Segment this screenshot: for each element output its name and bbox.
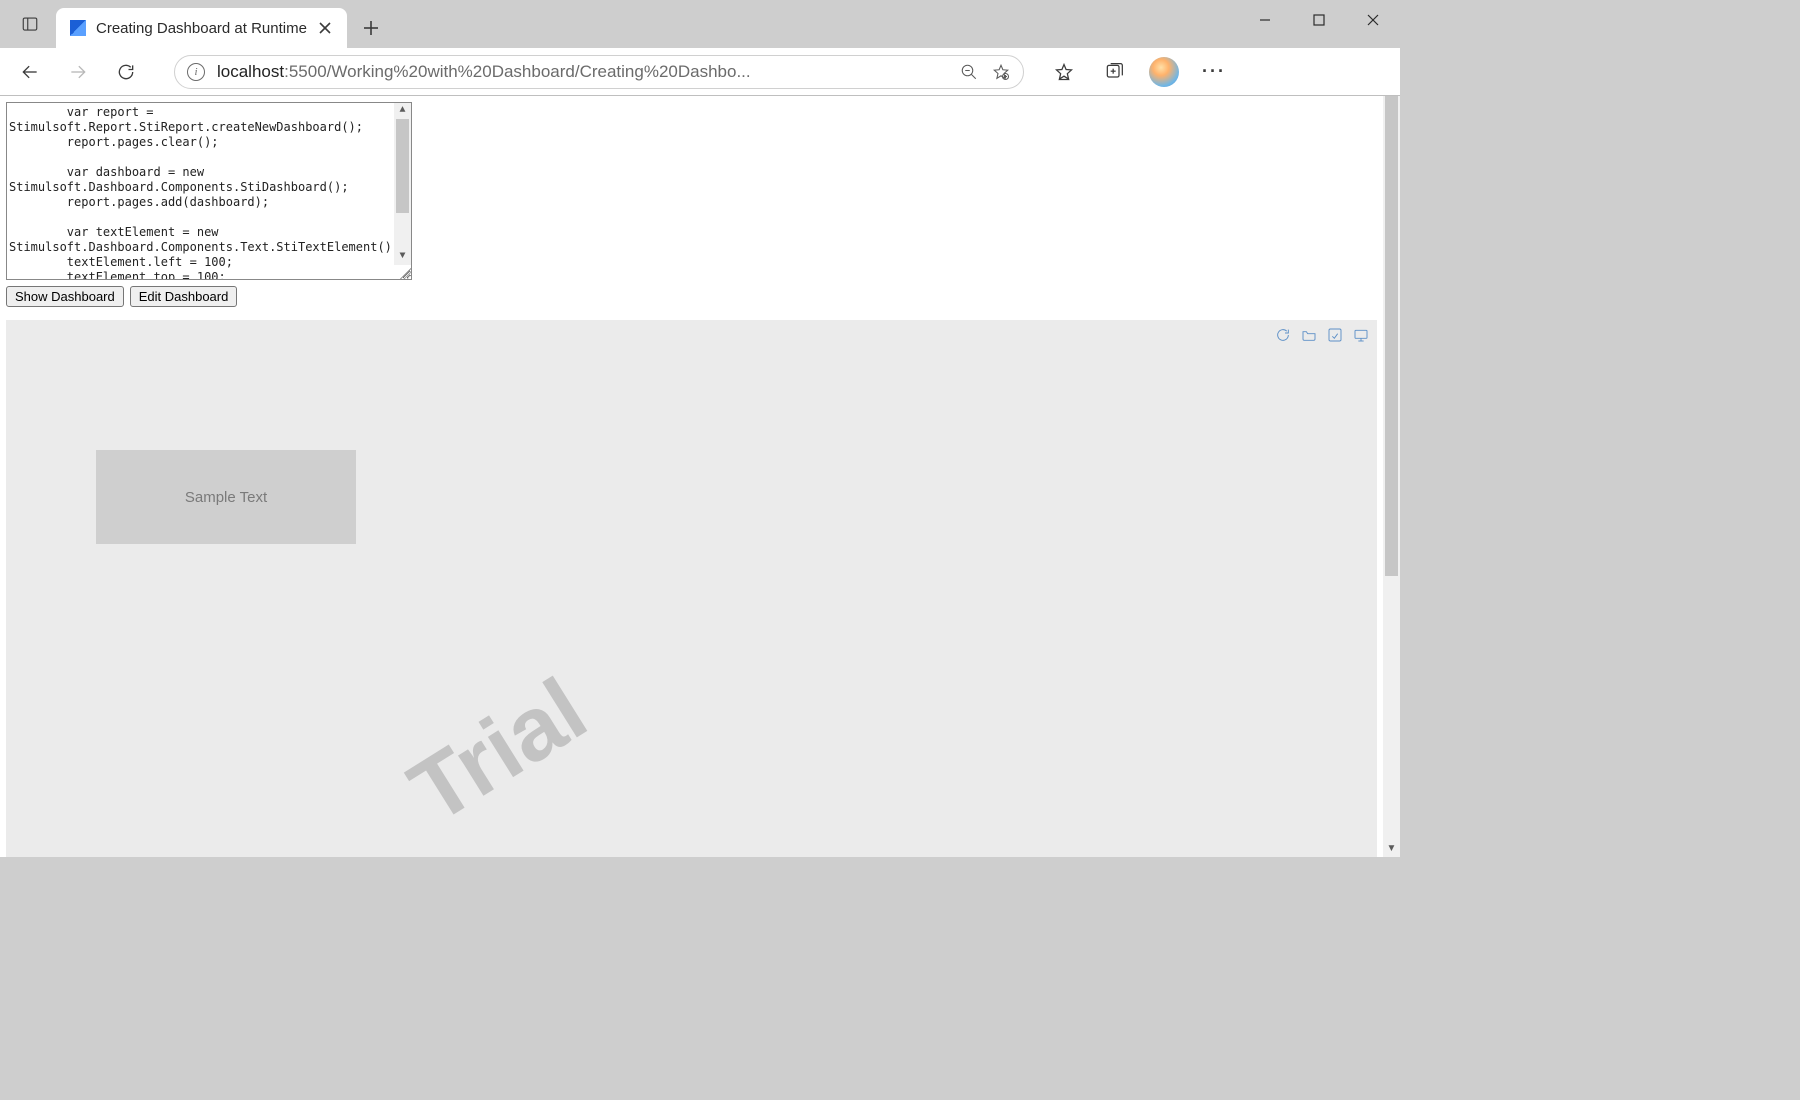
edit-dashboard-button[interactable]: Edit Dashboard — [130, 286, 238, 307]
close-tab-icon[interactable] — [317, 20, 333, 36]
refresh-button[interactable] — [106, 52, 146, 92]
url-path: :5500/Working%20with%20Dashboard/Creatin… — [284, 62, 751, 81]
window-controls — [1238, 0, 1400, 48]
tab-actions-icon[interactable] — [10, 4, 50, 44]
browser-title-bar: Creating Dashboard at Runtime — [0, 0, 1400, 48]
page-content: var report = Stimulsoft.Report.StiReport… — [0, 96, 1400, 857]
minimize-button[interactable] — [1238, 0, 1292, 40]
resize-grip-icon[interactable] — [397, 265, 411, 279]
show-dashboard-button[interactable]: Show Dashboard — [6, 286, 124, 307]
favorite-add-icon[interactable] — [991, 62, 1011, 82]
scroll-down-icon[interactable]: ▼ — [394, 249, 411, 265]
button-row: Show Dashboard Edit Dashboard — [6, 286, 237, 307]
refresh-dashboard-icon[interactable] — [1273, 326, 1293, 344]
tab-title: Creating Dashboard at Runtime — [96, 20, 307, 37]
scroll-thumb[interactable] — [396, 119, 409, 213]
collections-icon[interactable] — [1092, 52, 1136, 92]
back-button[interactable] — [10, 52, 50, 92]
favorites-icon[interactable] — [1042, 52, 1086, 92]
code-text: var report = Stimulsoft.Report.StiReport… — [7, 103, 411, 280]
zoom-out-icon[interactable] — [959, 62, 979, 82]
more-menu-button[interactable]: ··· — [1192, 52, 1236, 92]
toolbar-right: ··· — [1042, 52, 1236, 92]
browser-tab-active[interactable]: Creating Dashboard at Runtime — [56, 8, 347, 48]
forward-button[interactable] — [58, 52, 98, 92]
site-info-icon[interactable]: i — [187, 63, 205, 81]
favicon-icon — [70, 20, 86, 36]
url-host: localhost — [217, 62, 284, 81]
tab-strip: Creating Dashboard at Runtime — [0, 0, 391, 48]
open-icon[interactable] — [1299, 326, 1319, 344]
viewer-toolbar — [1273, 326, 1371, 344]
more-dots-icon: ··· — [1202, 61, 1226, 82]
browser-toolbar: i localhost:5500/Working%20with%20Dashbo… — [0, 48, 1400, 96]
edit-icon[interactable] — [1325, 326, 1345, 344]
new-tab-button[interactable] — [351, 8, 391, 48]
maximize-button[interactable] — [1292, 0, 1346, 40]
url-text: localhost:5500/Working%20with%20Dashboar… — [217, 62, 947, 82]
trial-watermark: Trial — [393, 659, 605, 844]
page-scrollbar[interactable]: ▲ ▼ — [1383, 96, 1400, 857]
text-element-label: Sample Text — [185, 489, 267, 506]
code-textarea[interactable]: var report = Stimulsoft.Report.StiReport… — [6, 102, 412, 280]
profile-button[interactable] — [1142, 52, 1186, 92]
close-window-button[interactable] — [1346, 0, 1400, 40]
dashboard-viewer: Sample Text Trial — [6, 320, 1377, 857]
dashboard-text-element: Sample Text — [96, 450, 356, 544]
address-bar[interactable]: i localhost:5500/Working%20with%20Dashbo… — [174, 55, 1024, 89]
avatar — [1149, 57, 1179, 87]
fullscreen-icon[interactable] — [1351, 326, 1371, 344]
scroll-up-icon[interactable]: ▲ — [394, 103, 411, 119]
textarea-scrollbar[interactable]: ▲ ▼ — [394, 103, 411, 265]
page-scroll-down-icon[interactable]: ▼ — [1383, 840, 1400, 857]
page-scroll-thumb[interactable] — [1385, 96, 1398, 576]
